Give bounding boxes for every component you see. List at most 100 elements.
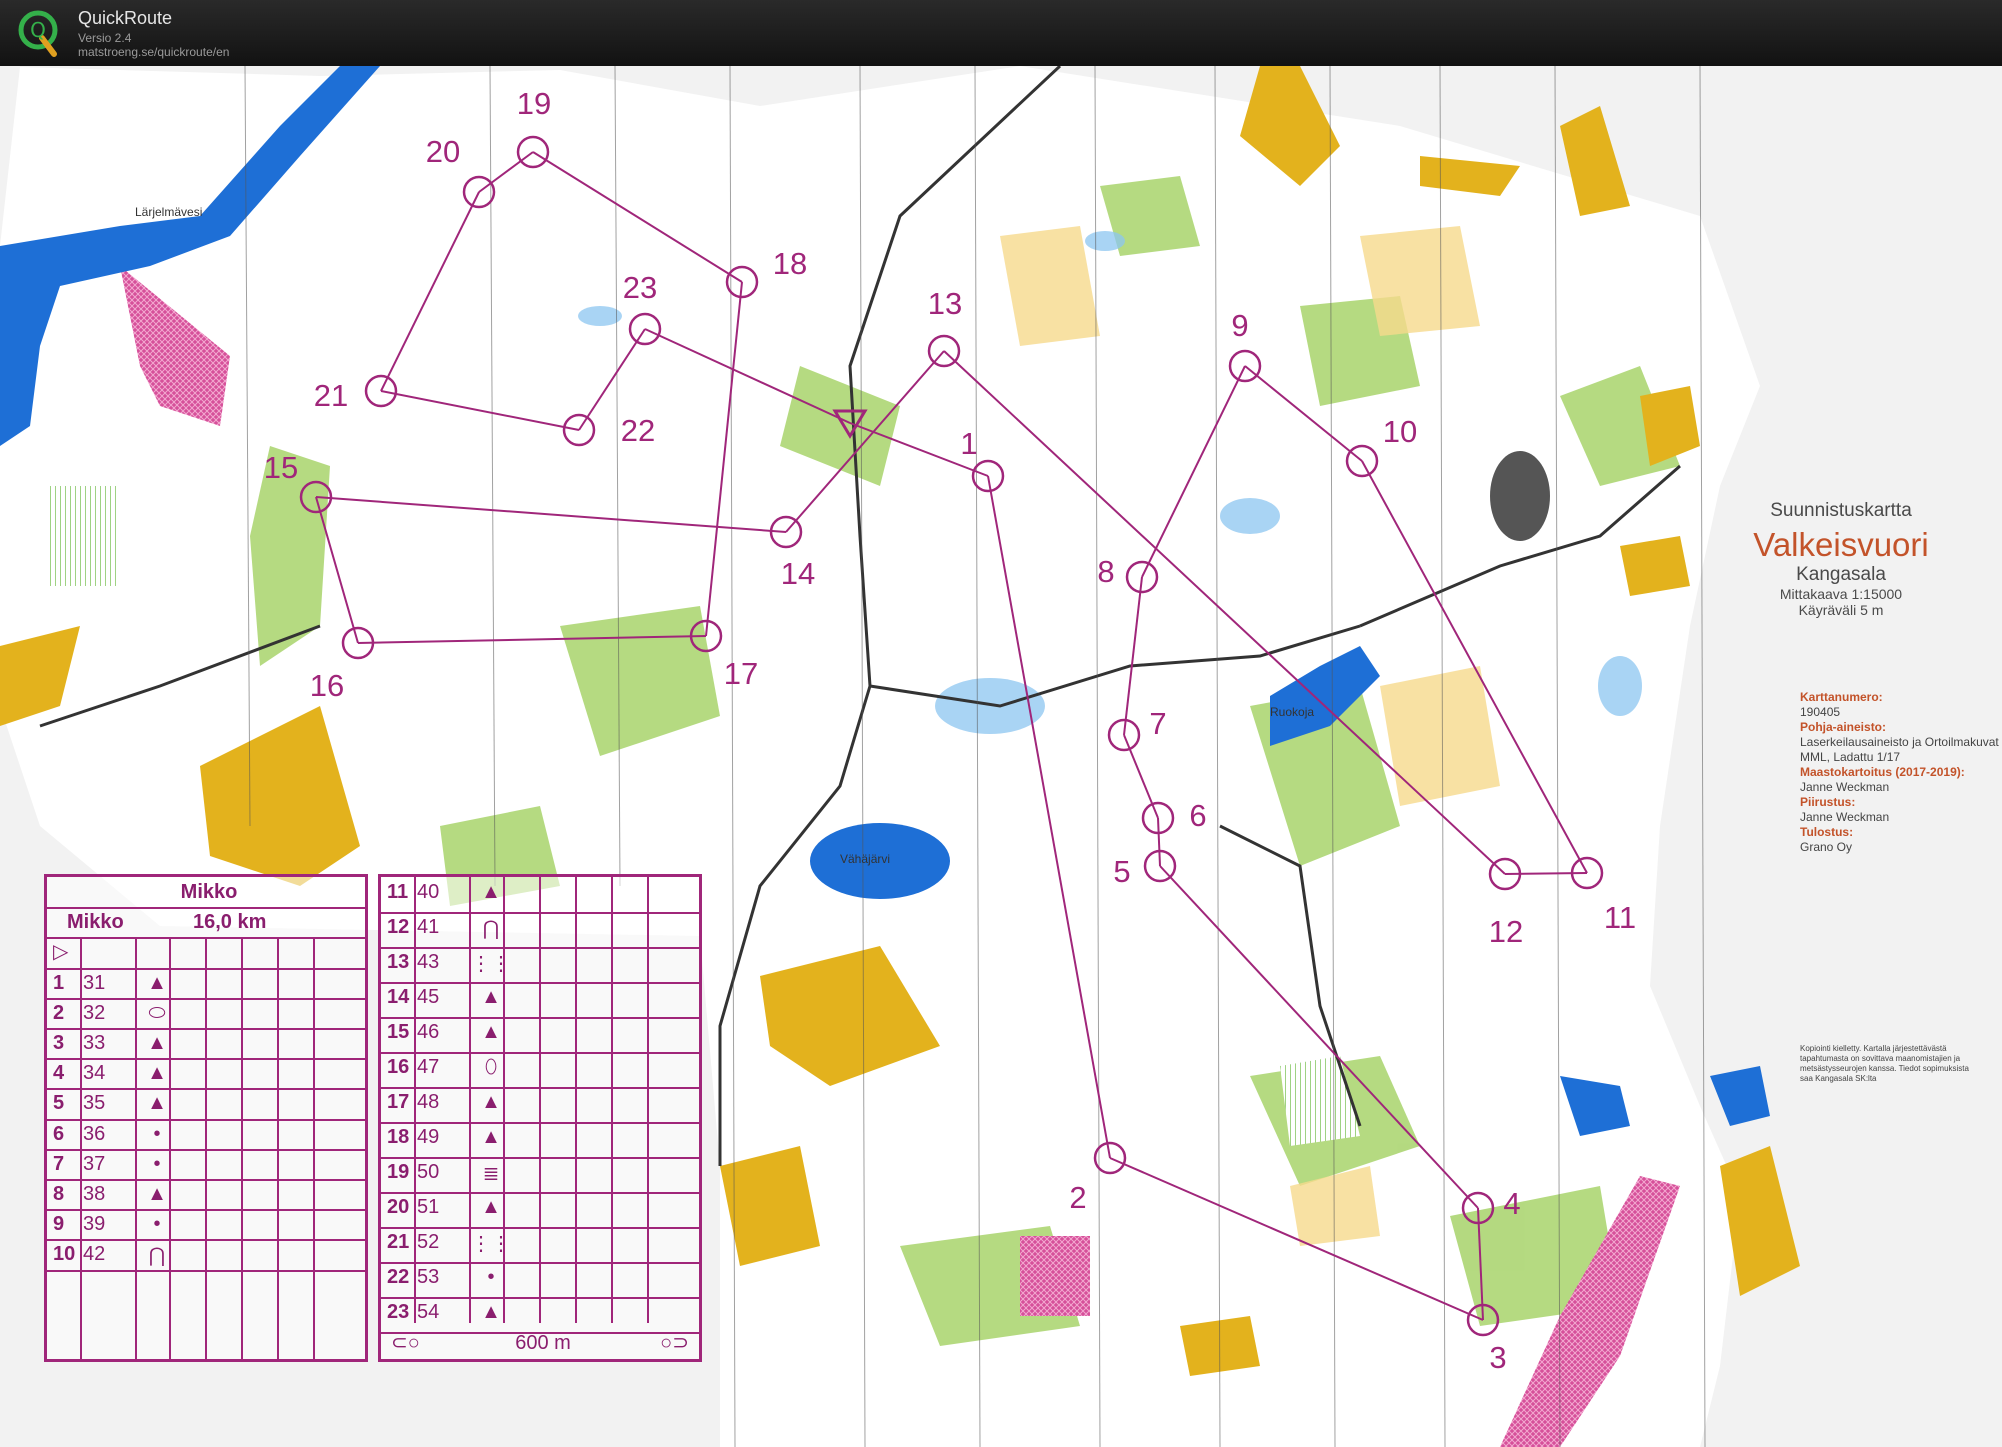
cd-control-number: 4	[53, 1062, 65, 1085]
cd-control-number: 13	[387, 951, 410, 974]
cd-feature-symbol: ▲	[481, 1091, 501, 1114]
cd-feature-symbol: ⋂	[148, 1245, 166, 1268]
cd-feature-symbol: ▲	[147, 1062, 167, 1085]
cd-feature-symbol: ≣	[482, 1163, 500, 1186]
lake-label-vahajarvi: Vähäjärvi	[840, 852, 890, 866]
building-area	[1490, 451, 1550, 541]
lake-label-ruokoja: Ruokoja	[1270, 705, 1314, 719]
control-number: 5	[1113, 854, 1130, 889]
control-number: 12	[1489, 914, 1523, 949]
cd-feature-symbol: ⋮⋮	[471, 953, 511, 976]
control-number: 18	[773, 246, 807, 281]
map-info-label: Pohja-aineisto:	[1800, 720, 1887, 734]
cd-control-number: 19	[387, 1161, 410, 1184]
cd-start-symbol: ▷	[53, 941, 69, 964]
cd-control-number: 6	[53, 1122, 65, 1145]
restricted-area-2	[1020, 1236, 1090, 1316]
cd-feature-symbol: ▲	[481, 986, 501, 1009]
cd-control-number: 20	[387, 1196, 410, 1219]
app-version: Versio 2.4	[78, 31, 132, 45]
cd-control-number: 21	[387, 1231, 410, 1254]
app-name: QuickRoute	[78, 8, 173, 28]
cd-control-code: 34	[83, 1062, 106, 1085]
cd-feature-symbol: ▲	[481, 881, 501, 903]
marsh-stripes-2	[50, 486, 120, 586]
map-viewport[interactable]: 1 2 3 4 5 6 7 8 9 10 11 12 13 14 15 16 17 18 19 20 21 22 23 Lä…	[0, 66, 2002, 1447]
cd-control-number: 2	[53, 1001, 65, 1024]
map-info-value: Janne Weckman	[1800, 810, 1890, 824]
cd-control-number: 14	[387, 986, 410, 1009]
cd-feature-symbol: ▲	[147, 971, 167, 994]
control-number: 10	[1383, 414, 1417, 449]
cd-control-number: 8	[53, 1183, 65, 1205]
cd-control-code: 41	[417, 916, 440, 939]
cd-length: 16,0 km	[193, 911, 267, 934]
cd-finish-end-symbol: ○⊃	[660, 1332, 689, 1354]
map-info-value: Laserkeilausaineisto ja Ortoilmakuvat MM…	[1800, 735, 1999, 764]
map-type-label: Suunnistuskartta	[1770, 500, 1912, 521]
app-url[interactable]: matstroeng.se/quickroute/en	[78, 45, 229, 59]
map-info-value: Grano Oy	[1800, 840, 1853, 854]
cd-control-number: 10	[53, 1243, 76, 1266]
description-sheet-left: Mikko Mikko 16,0 km ▷ 1 31 ▲ 2 32 ⬭ 3 33 ▲ 4 34 ▲ 5 35 ▲ 6 3…	[44, 874, 368, 1362]
control-number: 23	[623, 270, 657, 305]
cd-control-number: 23	[387, 1301, 410, 1324]
cd-feature-symbol: ▲	[481, 1126, 501, 1149]
control-number: 16	[310, 668, 344, 703]
cd-col-line	[135, 937, 137, 1359]
cd-control-number: 12	[387, 916, 410, 939]
cd-class: Mikko	[67, 911, 124, 934]
cd-feature-symbol: ▲	[481, 1301, 501, 1324]
control-number: 7	[1149, 706, 1166, 741]
quickroute-logo-icon: Q	[18, 10, 58, 57]
cd-feature-symbol: ▲	[481, 1196, 501, 1219]
control-number: 9	[1231, 308, 1248, 343]
control-number: 15	[264, 450, 298, 485]
cd-control-code: 50	[417, 1161, 440, 1184]
cd-control-code: 52	[417, 1231, 440, 1254]
cd-col-line	[647, 877, 649, 1323]
cd-control-number: 15	[387, 1021, 410, 1044]
cd-control-number: 1	[53, 971, 65, 994]
cd-feature-symbol: ⬭	[148, 1001, 166, 1024]
cd-col-line	[575, 877, 577, 1323]
control-number: 20	[426, 134, 460, 169]
cd-control-number: 16	[387, 1056, 410, 1079]
cd-control-code: 51	[417, 1196, 440, 1219]
control-number: 8	[1097, 554, 1114, 589]
cd-control-number: 17	[387, 1091, 410, 1114]
cd-control-code: 53	[417, 1266, 440, 1289]
control-number: 14	[781, 556, 815, 591]
cd-control-number: 18	[387, 1126, 410, 1149]
map-info-value: 190405	[1800, 705, 1841, 719]
cd-control-code: 37	[83, 1152, 106, 1175]
map-info-label: Maastokartoitus (2017-2019):	[1800, 765, 1965, 779]
cd-control-number: 5	[53, 1092, 65, 1115]
cd-control-number: 11	[387, 881, 409, 903]
control-number: 4	[1503, 1186, 1520, 1221]
cd-feature-symbol: ▲	[147, 1032, 167, 1054]
cd-control-code: 32	[83, 1001, 106, 1024]
cd-control-code: 40	[417, 881, 440, 903]
map-info-label: Piirustus:	[1800, 795, 1856, 809]
cd-feature-symbol: ⋮⋮	[471, 1233, 511, 1256]
cd-control-code: 31	[83, 971, 106, 994]
cd-col-line	[313, 937, 315, 1359]
cd-control-code: 36	[83, 1122, 106, 1145]
cd-feature-symbol: •	[153, 1213, 161, 1236]
lake-label-larjelmavesi: Lärjelmävesi	[135, 205, 202, 219]
svg-text:Q: Q	[30, 18, 46, 42]
control-number: 2	[1069, 1180, 1086, 1215]
map-title-block: Suunnistuskartta Valkeisvuori Kangasala …	[1716, 500, 1966, 618]
cd-control-code: 48	[417, 1091, 440, 1114]
cd-feature-symbol: •	[153, 1122, 161, 1145]
cd-col-line	[241, 937, 243, 1359]
cd-control-code: 33	[83, 1032, 106, 1054]
control-number: 13	[928, 286, 962, 321]
cd-col-line	[539, 877, 541, 1323]
cd-col-line	[414, 877, 416, 1323]
cd-marked-route: 600 m	[515, 1332, 571, 1354]
control-number: 1	[960, 426, 977, 461]
cd-control-number: 9	[53, 1213, 65, 1236]
map-contour-interval: Käyräväli 5 m	[1798, 602, 1884, 618]
